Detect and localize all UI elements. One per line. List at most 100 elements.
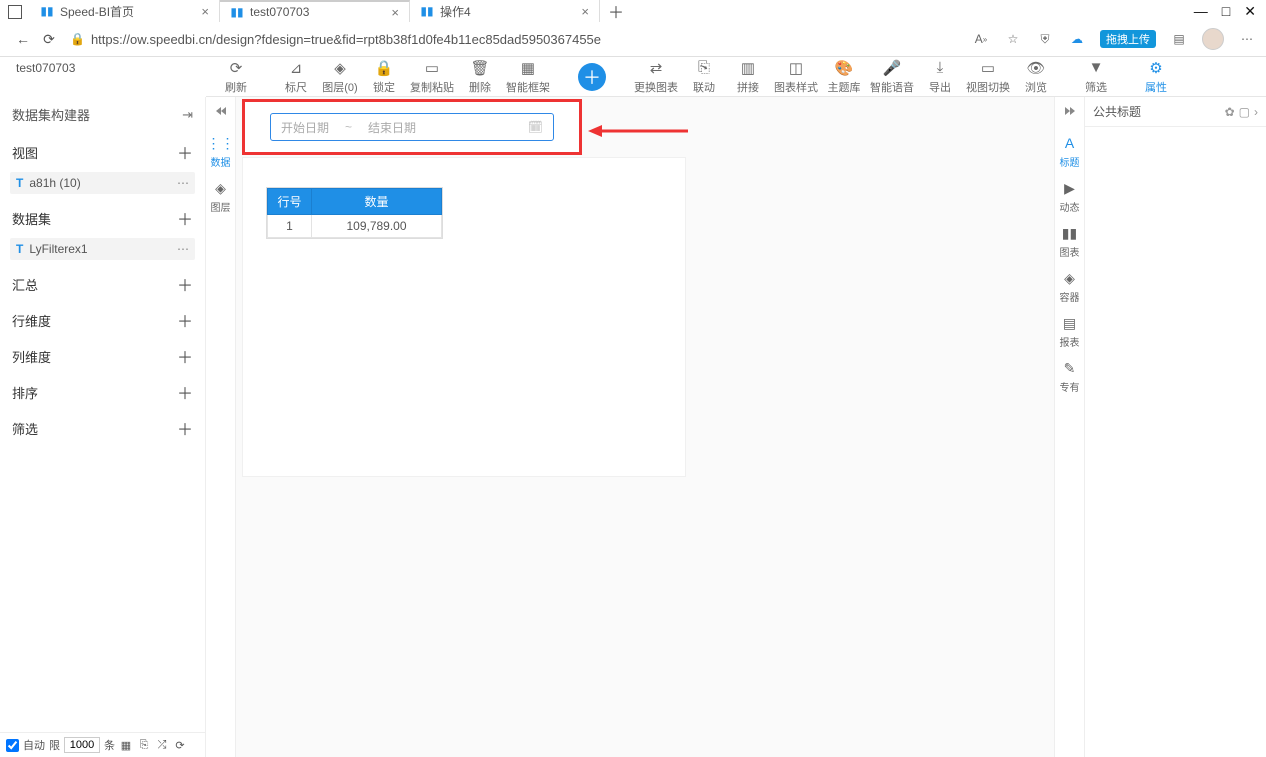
tool-layer[interactable]: ◈图层(0): [318, 59, 362, 95]
collapse-left-icon[interactable]: ⇥: [182, 107, 193, 123]
tool-chart-style[interactable]: ◫图表样式: [770, 59, 822, 95]
plus-icon[interactable]: ＋: [177, 380, 193, 404]
tool-export[interactable]: ⤓导出: [918, 59, 962, 95]
address-bar[interactable]: 🔒 https://ow.speedbi.cn/design?fdesign=t…: [70, 32, 964, 47]
close-icon[interactable]: ×: [391, 5, 399, 20]
rail-layer[interactable]: ◈图层: [211, 179, 231, 214]
tool-join[interactable]: ▥拼接: [726, 59, 770, 95]
new-tab-icon[interactable]: ＋: [608, 0, 624, 23]
gear-icon[interactable]: ✿: [1225, 105, 1235, 119]
right-panel-title: 公共标题: [1093, 103, 1221, 120]
dataset-item[interactable]: TLyFilterex1⋯: [10, 238, 195, 260]
grid-icon: ▦: [521, 59, 535, 77]
stack-icon: ◈: [1061, 269, 1079, 287]
tool-filter[interactable]: ▼筛选: [1074, 59, 1118, 95]
reload-icon[interactable]: ⟳: [173, 738, 187, 752]
browser-tab[interactable]: ▮▮ 操作4 ×: [410, 0, 600, 22]
chart-icon: ▮▮: [40, 4, 54, 18]
rail-chart[interactable]: ▮▮图表: [1060, 224, 1080, 259]
tool-refresh[interactable]: ⟳刷新: [214, 59, 258, 95]
plus-icon: ＋: [578, 63, 606, 91]
auto-label: 自动: [23, 737, 45, 753]
text-size-icon[interactable]: A»: [972, 30, 990, 48]
table-row[interactable]: 1 109,789.00: [268, 215, 442, 238]
cloud-icon[interactable]: ☁: [1068, 30, 1086, 48]
more-icon[interactable]: ⋯: [1238, 30, 1256, 48]
win-close-icon[interactable]: ✕: [1244, 3, 1256, 20]
back-icon[interactable]: ←: [10, 26, 36, 52]
url-text: https://ow.speedbi.cn/design?fdesign=tru…: [91, 32, 601, 47]
tool-preview[interactable]: 👁浏览: [1014, 59, 1058, 95]
more-icon[interactable]: ⋯: [177, 176, 189, 190]
auto-checkbox[interactable]: [6, 739, 19, 752]
lock-icon: 🔒: [70, 32, 85, 46]
plus-icon[interactable]: ＋: [177, 272, 193, 296]
table-header: 数量: [312, 189, 442, 215]
plus-icon[interactable]: ＋: [177, 308, 193, 332]
rail-report[interactable]: ▤报表: [1060, 314, 1080, 349]
limit-input[interactable]: [64, 737, 100, 753]
date-range-picker[interactable]: 开始日期 ~ 结束日期 🗓: [270, 113, 554, 141]
tool-change-chart[interactable]: ⇄更换图表: [630, 59, 682, 95]
tool-copy-paste[interactable]: ▭复制粘贴: [406, 59, 458, 95]
layout-icon[interactable]: ▦: [119, 738, 133, 752]
plus-icon[interactable]: ＋: [177, 416, 193, 440]
collections-icon[interactable]: ▤: [1170, 30, 1188, 48]
rail-container[interactable]: ◈容器: [1060, 269, 1080, 304]
upload-pill[interactable]: 拖拽上传: [1100, 30, 1156, 48]
app-menu-icon[interactable]: [8, 5, 22, 19]
device-icon: ▭: [981, 59, 995, 77]
tool-voice[interactable]: 🎤智能语音: [866, 59, 918, 95]
arrow-annotation-icon: [588, 121, 688, 141]
section-row-dim: 行维度: [12, 311, 51, 330]
shield-icon[interactable]: ⛨: [1036, 30, 1054, 48]
plus-icon[interactable]: ＋: [177, 344, 193, 368]
close-icon[interactable]: ×: [201, 4, 209, 19]
tool-link[interactable]: ⎘联动: [682, 59, 726, 95]
chevron-right-icon[interactable]: ›: [1254, 105, 1258, 119]
square-icon[interactable]: ▢: [1239, 105, 1250, 119]
data-table[interactable]: 行号 数量 1 109,789.00: [266, 187, 443, 239]
shuffle-icon[interactable]: ⤮: [155, 738, 169, 752]
collapse-icon[interactable]: [216, 103, 226, 118]
tool-view-switch[interactable]: ▭视图切换: [962, 59, 1014, 95]
expand-icon[interactable]: [1065, 103, 1075, 118]
doc-icon: ▤: [1061, 314, 1079, 332]
join-icon: ▥: [741, 59, 755, 77]
rail-dynamic[interactable]: ▶动态: [1060, 179, 1080, 214]
maximize-icon[interactable]: □: [1222, 3, 1230, 20]
text-field-icon: T: [16, 176, 23, 190]
minimize-icon[interactable]: —: [1194, 3, 1208, 20]
tab-label: 操作4: [440, 3, 471, 20]
favorite-icon[interactable]: ☆: [1004, 30, 1022, 48]
tool-smart-frame[interactable]: ▦智能框架: [502, 59, 554, 95]
tool-property[interactable]: ⚙属性: [1134, 59, 1178, 95]
tool-theme[interactable]: 🎨主题库: [822, 59, 866, 95]
plus-icon[interactable]: ＋: [177, 140, 193, 164]
more-icon[interactable]: ⋯: [177, 242, 189, 256]
tool-delete[interactable]: 🗑删除: [458, 59, 502, 95]
avatar[interactable]: [1202, 28, 1224, 50]
ruler-icon: ⊿: [290, 59, 303, 77]
limit-label: 限: [49, 737, 60, 753]
close-icon[interactable]: ×: [581, 4, 589, 19]
browser-tab[interactable]: ▮▮ Speed-BI首页 ×: [30, 0, 220, 22]
tool-add[interactable]: ＋: [570, 63, 614, 91]
eye-icon: 👁: [1026, 59, 1045, 77]
text-field-icon: T: [16, 242, 23, 256]
rail-special[interactable]: ✎专有: [1060, 359, 1080, 394]
browser-tab[interactable]: ▮▮ test070703 ×: [220, 0, 410, 22]
plus-icon[interactable]: ＋: [177, 206, 193, 230]
tool-ruler[interactable]: ⊿标尺: [274, 59, 318, 95]
rail-title[interactable]: A标题: [1060, 134, 1080, 169]
refresh-icon: ⟳: [230, 59, 243, 77]
chart-icon: ▮▮: [230, 5, 244, 19]
refresh-icon[interactable]: ⟳: [36, 26, 62, 52]
tool-lock[interactable]: 🔒锁定: [362, 59, 406, 95]
bars-icon: ▮▮: [1061, 224, 1079, 242]
rail-data[interactable]: ⋮⋮数据: [211, 134, 231, 169]
view-item[interactable]: Ta81h (10)⋯: [10, 172, 195, 194]
lock-icon: 🔒: [375, 59, 394, 77]
highlight-frame: 开始日期 ~ 结束日期 🗓: [242, 99, 582, 155]
copy-icon[interactable]: ⎘: [137, 738, 151, 752]
